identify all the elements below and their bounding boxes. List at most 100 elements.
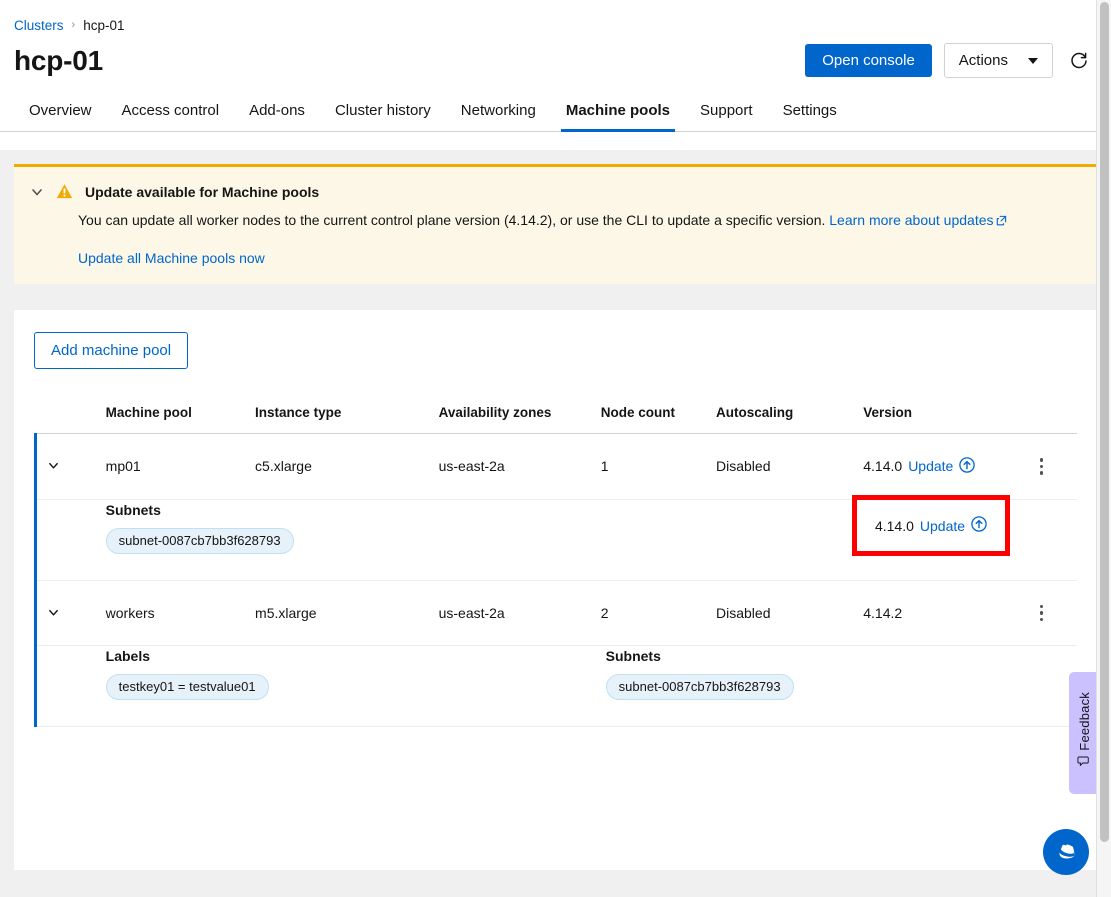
col-header-toggle <box>35 391 102 434</box>
machine-pools-table: Machine pool Instance type Availability … <box>33 391 1077 727</box>
highlighted-version-content: 4.14.0 Update <box>875 516 987 535</box>
col-header-machine-pool: Machine pool <box>101 391 252 434</box>
alert-action-wrap: Update all Machine pools now <box>78 250 1081 266</box>
cell-machine-pool-name: mp01 <box>101 433 252 500</box>
table-header-row: Machine pool Instance type Availability … <box>35 391 1077 434</box>
detail-content: Labels testkey01 = testvalue01 Subnets s… <box>101 645 1077 727</box>
title-row: hcp-01 Open console Actions <box>0 33 1111 78</box>
detail-label-subnets: Subnets <box>105 501 161 518</box>
page-header: Clusters › hcp-01 hcp-01 Open console Ac… <box>0 0 1111 150</box>
machine-pools-card: Add machine pool Machine pool Instance t… <box>14 310 1097 870</box>
cell-version: 4.14.0 Update <box>859 433 1030 500</box>
breadcrumb-separator-icon: › <box>71 19 76 31</box>
cell-machine-pool-name: workers <box>101 580 252 646</box>
cell-node-count: 1 <box>596 433 712 500</box>
cell-autoscaling: Disabled <box>712 433 860 500</box>
scrollbar-thumb[interactable] <box>1100 2 1109 842</box>
external-link-icon <box>996 211 1007 232</box>
cell-row-actions <box>1029 433 1077 500</box>
feedback-tab[interactable]: Feedback <box>1069 672 1099 794</box>
table-head: Machine pool Instance type Availability … <box>35 391 1077 434</box>
row-expand-toggle[interactable] <box>41 457 66 474</box>
alert-collapse-toggle[interactable] <box>30 185 44 199</box>
version-value-highlighted: 4.14.0 <box>874 517 914 534</box>
cell-row-actions <box>1029 580 1077 646</box>
update-all-machine-pools-link[interactable]: Update all Machine pools now <box>78 250 265 266</box>
col-header-instance-type: Instance type <box>251 391 435 434</box>
cell-availability-zones: us-east-2a <box>434 433 597 500</box>
row-expand-toggle[interactable] <box>41 604 66 621</box>
alert-description-wrap: You can update all worker nodes to the c… <box>78 210 1081 232</box>
tab-machine-pools[interactable]: Machine pools <box>551 92 685 132</box>
col-header-autoscaling: Autoscaling <box>712 391 860 434</box>
breadcrumb-current: hcp-01 <box>83 18 125 33</box>
detail-group-labels: Labels testkey01 = testvalue01 <box>105 648 606 700</box>
actions-dropdown-button[interactable]: Actions <box>943 43 1053 78</box>
cell-version: 4.14.2 <box>859 580 1030 646</box>
assistant-button[interactable] <box>1043 829 1089 875</box>
detail-label-subnets: Subnets <box>605 648 661 664</box>
open-console-button[interactable]: Open console <box>805 44 932 77</box>
cell-node-count: 2 <box>596 580 712 646</box>
tab-overview[interactable]: Overview <box>14 92 107 131</box>
cell-autoscaling: Disabled <box>712 580 860 646</box>
col-header-actions <box>1029 391 1077 434</box>
tab-access-control[interactable]: Access control <box>107 92 235 131</box>
table-detail-row: Labels testkey01 = testvalue01 Subnets s… <box>33 645 1077 727</box>
vertical-scrollbar[interactable] <box>1096 0 1111 897</box>
detail-spacer <box>33 499 102 581</box>
tab-support[interactable]: Support <box>685 92 768 131</box>
kebab-menu-icon[interactable] <box>1034 456 1050 477</box>
detail-spacer <box>33 645 102 727</box>
row-toggle-cell <box>33 580 102 646</box>
add-machine-pool-button[interactable]: Add machine pool <box>34 332 189 369</box>
chevron-down-icon <box>49 609 58 616</box>
page-title: hcp-01 <box>14 44 104 76</box>
actions-dropdown-label: Actions <box>958 52 1008 69</box>
page-root: Clusters › hcp-01 hcp-01 Open console Ac… <box>0 0 1111 897</box>
cell-instance-type: m5.xlarge <box>251 580 435 646</box>
detail-group-subnets: Subnets subnet-0087cb7bb3f628793 <box>105 501 606 554</box>
version-value: 4.14.0 <box>863 458 903 475</box>
row-toggle-cell <box>33 433 102 500</box>
update-link[interactable]: Update <box>908 458 953 474</box>
tab-networking[interactable]: Networking <box>446 92 551 131</box>
version-with-update: 4.14.0 Update <box>863 457 1026 476</box>
kebab-menu-icon[interactable] <box>1034 603 1050 624</box>
detail-label-labels: Labels <box>105 648 151 664</box>
update-link-highlighted[interactable]: Update <box>920 518 965 534</box>
chevron-down-icon <box>1028 57 1038 64</box>
cell-instance-type: c5.xlarge <box>251 433 435 500</box>
tab-settings[interactable]: Settings <box>768 92 852 131</box>
cell-availability-zones: us-east-2a <box>434 580 597 646</box>
refresh-icon <box>1071 52 1087 68</box>
tab-add-ons[interactable]: Add-ons <box>234 92 320 131</box>
table-row: workers m5.xlarge us-east-2a 2 Disabled … <box>33 580 1077 646</box>
table-body: mp01 c5.xlarge us-east-2a 1 Disabled 4.1… <box>33 433 1077 727</box>
alert-title: Update available for Machine pools <box>85 183 320 200</box>
subnet-chip: subnet-0087cb7bb3f628793 <box>605 674 794 700</box>
alert-description: You can update all worker nodes to the c… <box>78 212 826 228</box>
col-header-availability-zones: Availability zones <box>434 391 597 434</box>
subnet-chip: subnet-0087cb7bb3f628793 <box>105 527 294 554</box>
learn-more-link[interactable]: Learn more about updates <box>829 212 993 228</box>
chevron-down-icon <box>49 463 58 469</box>
table-row: mp01 c5.xlarge us-east-2a 1 Disabled 4.1… <box>33 433 1077 500</box>
refresh-button[interactable] <box>1065 49 1093 73</box>
chevron-down-icon <box>32 188 42 195</box>
breadcrumb: Clusters › hcp-01 <box>0 0 1111 33</box>
feedback-label: Feedback <box>1076 691 1092 751</box>
col-header-node-count: Node count <box>596 391 712 434</box>
col-header-version: Version <box>859 391 1030 434</box>
version-highlight-box: 4.14.0 Update <box>852 495 1010 556</box>
header-actions: Open console Actions <box>805 43 1093 78</box>
label-chip: testkey01 = testvalue01 <box>105 674 269 700</box>
redhat-logo-icon <box>1059 844 1075 859</box>
detail-group-subnets: Subnets subnet-0087cb7bb3f628793 <box>605 648 794 700</box>
detail-panel: Labels testkey01 = testvalue01 Subnets s… <box>105 646 1073 700</box>
tab-cluster-history[interactable]: Cluster history <box>320 92 446 131</box>
breadcrumb-link-clusters[interactable]: Clusters <box>14 18 64 33</box>
arrow-circle-up-icon <box>971 516 987 535</box>
tab-bar: Overview Access control Add-ons Cluster … <box>0 92 1111 132</box>
update-available-alert: Update available for Machine pools You c… <box>14 164 1097 284</box>
